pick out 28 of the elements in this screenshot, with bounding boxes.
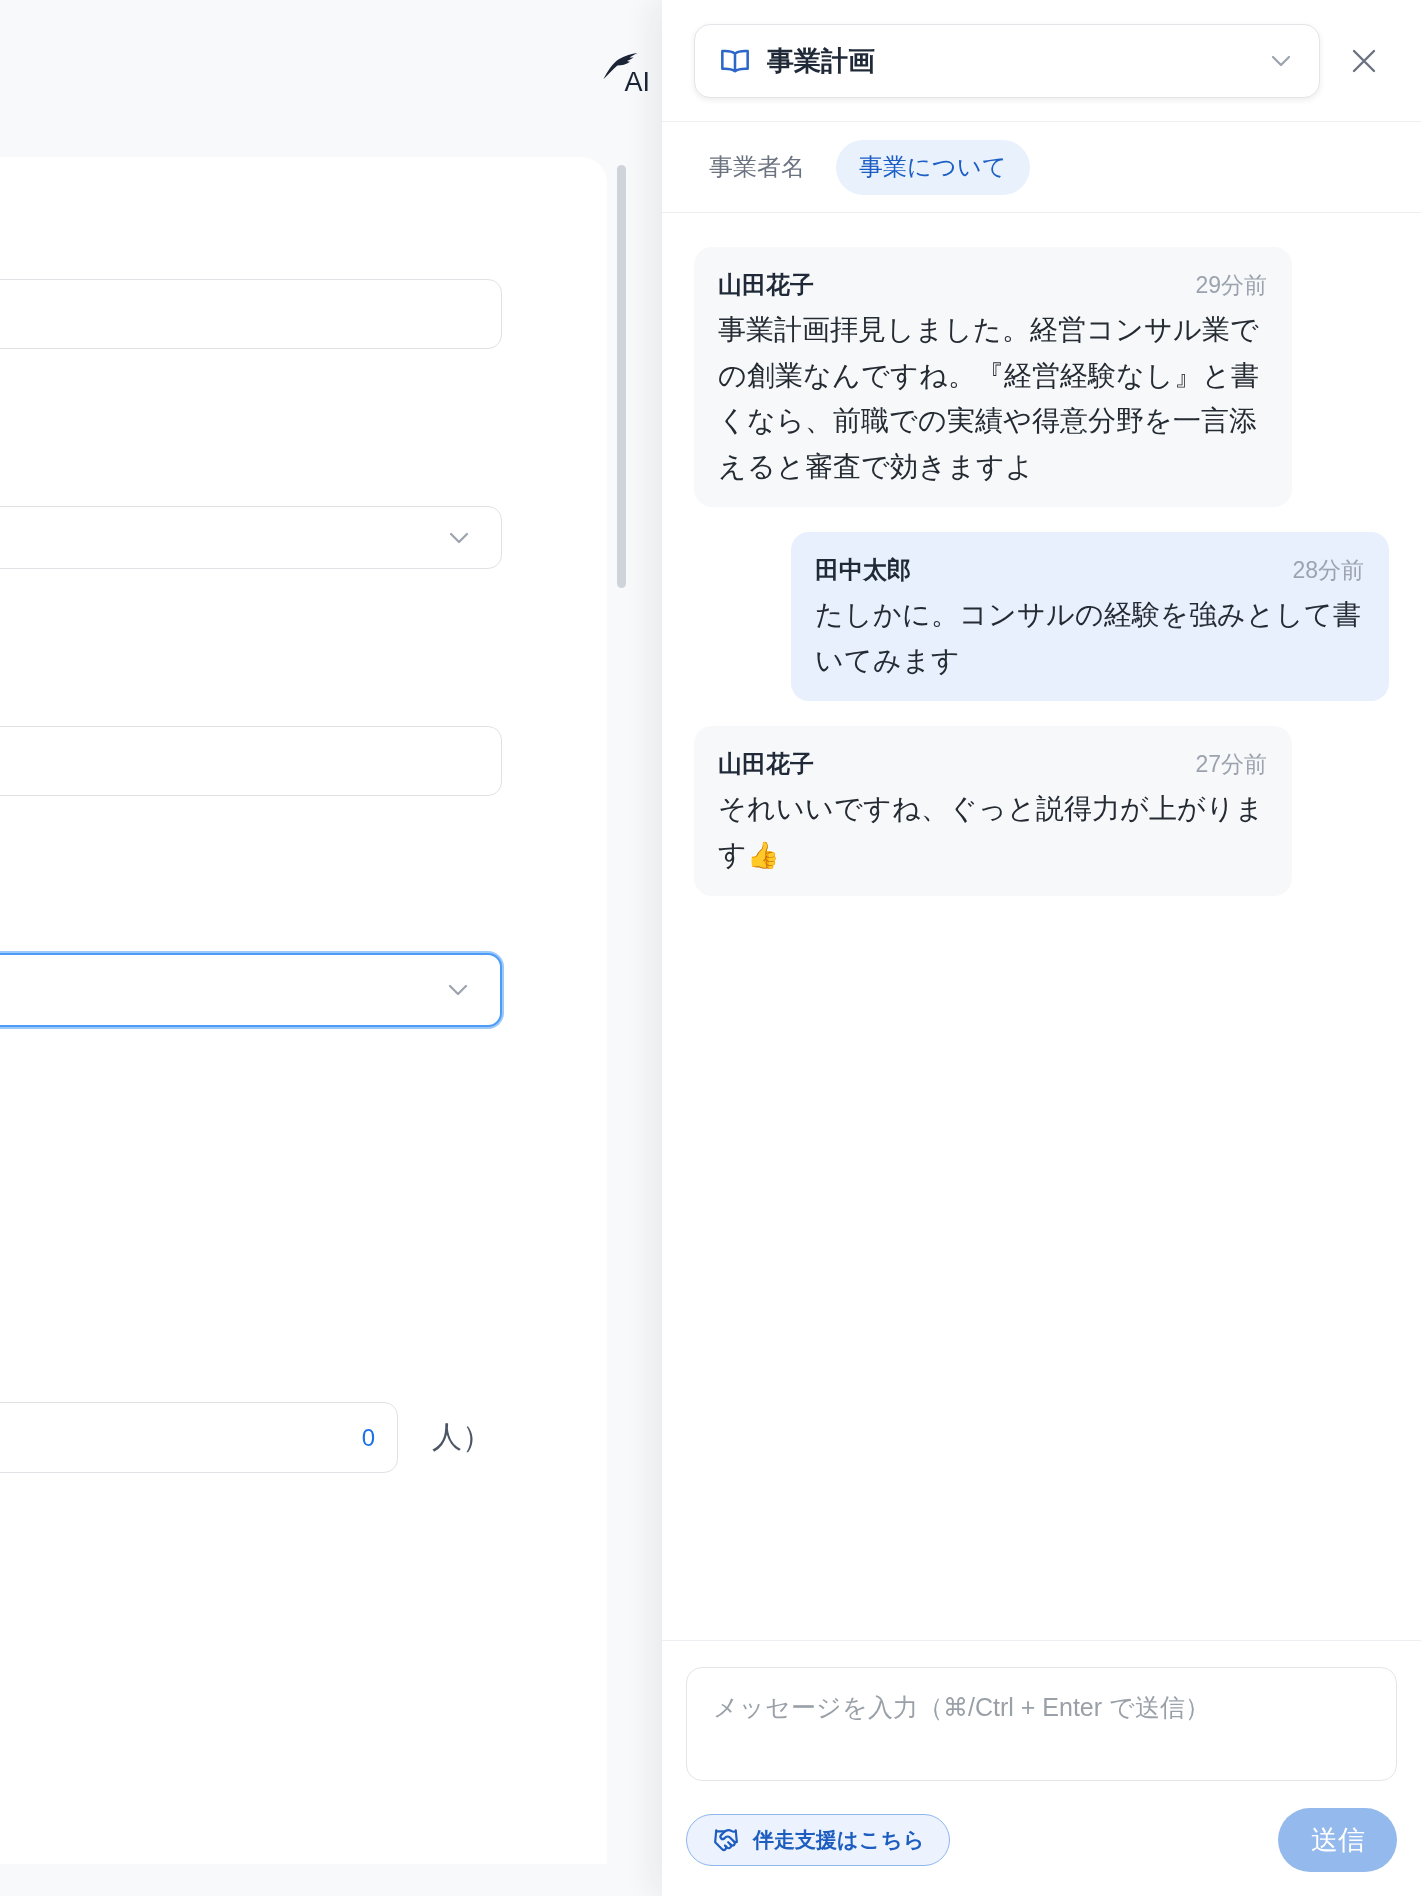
message-text: たしかに。コンサルの経験を強みとして書いてみます xyxy=(815,598,1362,678)
text-input[interactable] xyxy=(0,726,502,796)
text-input[interactable] xyxy=(0,279,502,349)
document-select[interactable]: 事業計画 xyxy=(694,23,1320,98)
author-name: 山田花子 xyxy=(718,270,814,300)
tab[interactable]: 事業について xyxy=(836,139,1030,195)
ai-button[interactable]: AI xyxy=(602,52,650,97)
message-text: 事業計画拝見しました。経営コンサル業での創業なんですね。『経営経験なし』と書くなら、前職での実績や得意分野を一言添えると審査で効きますよ xyxy=(718,313,1260,484)
handshake-icon xyxy=(713,1827,739,1853)
chevron-down-icon xyxy=(1271,54,1291,67)
message-time: 28分前 xyxy=(1292,555,1364,585)
scrollbar-thumb[interactable] xyxy=(617,165,626,588)
support-button[interactable]: 伴走支援はこちら xyxy=(686,1814,950,1866)
chevron-down-icon xyxy=(449,531,469,544)
message-input[interactable]: メッセージを入力（⌘/Ctrl + Enter で送信） xyxy=(686,1667,1397,1781)
close-icon xyxy=(1352,48,1376,73)
message-time: 27分前 xyxy=(1195,749,1267,779)
message-text: それいいですね、ぐっと説得力が上がります👍 xyxy=(718,792,1265,872)
chevron-down-icon xyxy=(448,984,468,996)
author-name: 田中太郎 xyxy=(815,555,911,585)
author-name: 山田花子 xyxy=(718,749,814,779)
tab[interactable]: 事業者名 xyxy=(686,139,828,195)
select-field[interactable] xyxy=(0,953,502,1027)
emoji-icon: 👍 xyxy=(747,839,779,870)
unit-label: 人） xyxy=(432,1419,492,1455)
message-time: 29分前 xyxy=(1195,270,1267,300)
close-button[interactable] xyxy=(1351,47,1377,74)
number-input[interactable]: 0 xyxy=(0,1402,398,1473)
